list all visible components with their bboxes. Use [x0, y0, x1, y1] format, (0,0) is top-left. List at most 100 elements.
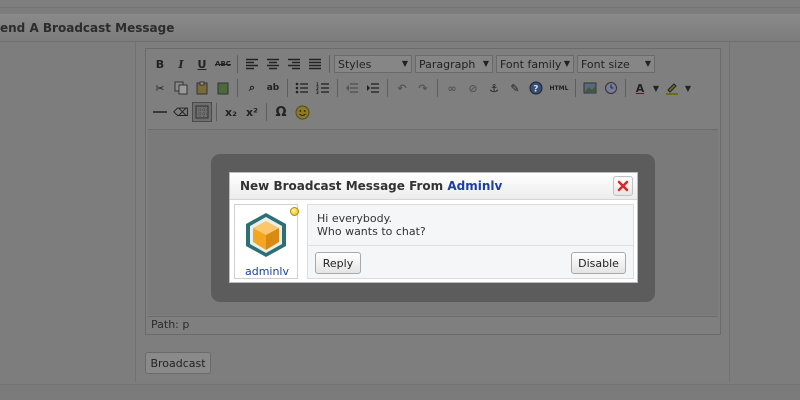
toolbar-separator — [266, 103, 267, 121]
align-justify-button[interactable] — [305, 54, 325, 74]
styles-select-label: Styles — [338, 57, 372, 71]
away-status-icon — [290, 207, 299, 216]
indent-icon — [367, 83, 379, 93]
toolbar-separator — [387, 79, 388, 97]
toolbar-separator — [437, 79, 438, 97]
anchor-icon: ⚓ — [489, 81, 499, 95]
undo-button[interactable]: ↶ — [392, 78, 412, 98]
copy-icon — [174, 81, 188, 95]
broadcast-message-dialog: New Broadcast Message From Adminlv admin… — [229, 172, 638, 283]
broom-icon: ✎ — [510, 81, 520, 95]
indent-button[interactable] — [363, 78, 383, 98]
visual-aid-button[interactable] — [192, 102, 212, 122]
chevron-down-icon: ▼ — [644, 59, 651, 68]
paste-button[interactable] — [192, 78, 212, 98]
font-size-select-label: Font size — [581, 57, 630, 71]
align-center-button[interactable] — [263, 54, 283, 74]
bullet-list-button[interactable] — [292, 78, 312, 98]
clock-icon — [605, 82, 617, 94]
highlight-color-dropdown[interactable]: ▼ — [683, 78, 693, 98]
highlight-color-button[interactable] — [662, 78, 682, 98]
dialog-title: New Broadcast Message From Adminlv — [240, 179, 502, 193]
unlink-button[interactable]: ⊘ — [463, 78, 483, 98]
bottom-strip — [0, 384, 800, 400]
table-grid-icon — [195, 105, 209, 119]
cut-button[interactable]: ✂ — [150, 78, 170, 98]
paste-icon — [196, 81, 208, 95]
font-size-select[interactable]: Font size ▼ — [577, 55, 655, 73]
toolbar-separator — [216, 103, 217, 121]
message-text: Hi everybody. Who wants to chat? — [317, 212, 426, 238]
strikethrough-button[interactable]: ABC — [213, 54, 233, 74]
toolbar-separator — [329, 55, 330, 73]
redo-button[interactable]: ↷ — [413, 78, 433, 98]
outdent-icon — [346, 83, 358, 93]
remove-format-button[interactable]: ⌫ — [171, 102, 191, 122]
anchor-button[interactable]: ⚓ — [484, 78, 504, 98]
replace-button[interactable]: ab — [263, 78, 283, 98]
styles-select[interactable]: Styles ▼ — [334, 55, 412, 73]
toolbar-separator — [625, 79, 626, 97]
font-color-button[interactable]: A — [630, 78, 650, 98]
highlighter-icon — [666, 83, 678, 95]
numbered-list-icon: 123 — [316, 82, 329, 94]
horizontal-rule-button[interactable] — [150, 102, 170, 122]
smiley-icon — [295, 105, 309, 119]
html-source-button[interactable]: HTML — [547, 78, 571, 98]
dialog-title-prefix: New Broadcast Message From — [240, 179, 444, 193]
outdent-button[interactable] — [342, 78, 362, 98]
sender-username[interactable]: adminlv — [235, 265, 299, 278]
help-button[interactable]: ? — [526, 78, 546, 98]
bold-button[interactable]: B — [150, 54, 170, 74]
toolbar-row-1: B I U ABC Styles ▼ Paragraph ▼ Font fami… — [150, 53, 657, 75]
toolbar-row-3: ⌫ x₂ x² Ω — [150, 101, 312, 123]
superscript-button[interactable]: x² — [242, 102, 262, 122]
toolbar-separator — [237, 79, 238, 97]
message-divider — [308, 245, 633, 246]
align-right-button[interactable] — [284, 54, 304, 74]
svg-text:3: 3 — [316, 90, 319, 94]
cleanup-button[interactable]: ✎ — [505, 78, 525, 98]
font-family-select[interactable]: Font family ▼ — [496, 55, 574, 73]
toolbar-separator — [337, 79, 338, 97]
paste-word-button[interactable] — [213, 78, 233, 98]
copy-button[interactable] — [171, 78, 191, 98]
chevron-down-icon: ▼ — [401, 59, 408, 68]
find-button[interactable]: ⌕ — [242, 78, 262, 98]
align-left-button[interactable] — [242, 54, 262, 74]
font-color-dropdown[interactable]: ▼ — [651, 78, 661, 98]
horizontal-rule-icon — [153, 111, 167, 113]
close-button[interactable] — [613, 176, 633, 196]
binoculars-icon: ⌕ — [248, 81, 256, 94]
message-line: Who wants to chat? — [317, 225, 426, 238]
align-right-icon — [288, 58, 300, 70]
insert-image-button[interactable] — [580, 78, 600, 98]
emoticon-button[interactable] — [292, 102, 312, 122]
align-center-icon — [267, 58, 279, 70]
dialog-sender-name: Adminlv — [447, 179, 503, 193]
font-family-select-label: Font family — [500, 57, 562, 71]
link-button[interactable]: ∞ — [442, 78, 462, 98]
chevron-down-icon: ▼ — [652, 83, 660, 93]
italic-button[interactable]: I — [171, 54, 191, 74]
replace-icon: ab — [266, 83, 280, 93]
broadcast-button[interactable]: Broadcast — [145, 352, 211, 374]
chevron-down-icon: ▼ — [684, 83, 692, 93]
scissors-icon: ✂ — [155, 81, 165, 95]
numbered-list-button[interactable]: 123 — [313, 78, 333, 98]
paragraph-select-label: Paragraph — [419, 57, 476, 71]
align-justify-icon — [309, 58, 321, 70]
subscript-button[interactable]: x₂ — [221, 102, 241, 122]
reply-button[interactable]: Reply — [315, 252, 361, 274]
eraser-icon: ⌫ — [173, 105, 189, 119]
paragraph-select[interactable]: Paragraph ▼ — [415, 55, 493, 73]
special-char-button[interactable]: Ω — [271, 102, 291, 122]
underline-button[interactable]: U — [192, 54, 212, 74]
undo-icon: ↶ — [397, 81, 407, 95]
align-left-icon — [246, 58, 258, 70]
paste-word-icon — [217, 82, 229, 95]
disable-button[interactable]: Disable — [571, 252, 626, 274]
redo-icon: ↷ — [418, 81, 428, 95]
insert-date-button[interactable] — [601, 78, 621, 98]
avatar[interactable] — [243, 211, 289, 259]
